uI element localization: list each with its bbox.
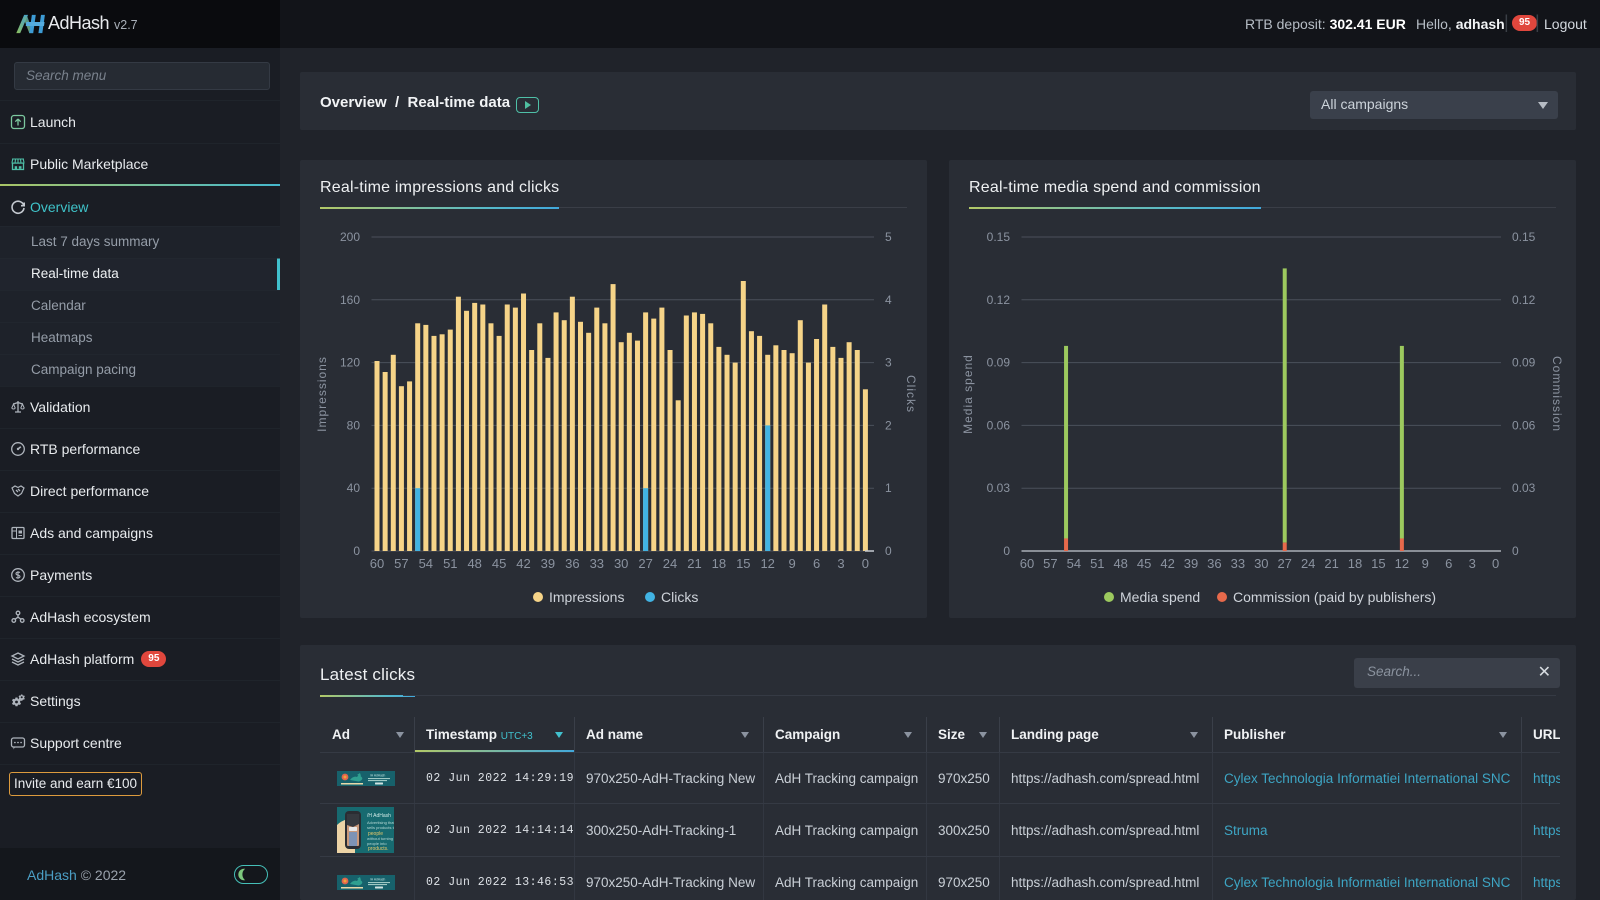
- svg-text:54: 54: [419, 556, 433, 571]
- svg-text:160: 160: [340, 293, 360, 307]
- svg-text:48: 48: [1113, 556, 1127, 571]
- svg-text:0.15: 0.15: [987, 230, 1011, 244]
- svg-text:Impressions: Impressions: [315, 356, 329, 432]
- svg-text:Impressions: Impressions: [549, 589, 624, 605]
- svg-text:/H AdHash: /H AdHash: [367, 813, 391, 819]
- svg-text:42: 42: [1160, 556, 1174, 571]
- svg-text:60: 60: [1020, 556, 1034, 571]
- svg-text:products.: products.: [368, 846, 389, 852]
- svg-text:54: 54: [1067, 556, 1081, 571]
- svg-text:6: 6: [1445, 556, 1452, 571]
- svg-text:200: 200: [340, 230, 360, 244]
- svg-text:Commission: Commission: [1550, 356, 1564, 432]
- svg-text:Clicks: Clicks: [904, 375, 918, 413]
- svg-text:0.03: 0.03: [1512, 481, 1536, 495]
- svg-text:36: 36: [1207, 556, 1221, 571]
- svg-text:18: 18: [1348, 556, 1362, 571]
- svg-text:24: 24: [663, 556, 677, 571]
- svg-text:0.09: 0.09: [987, 356, 1011, 370]
- svg-text:15: 15: [1371, 556, 1385, 571]
- svg-text:21: 21: [687, 556, 701, 571]
- svg-text:42: 42: [516, 556, 530, 571]
- svg-text:27: 27: [1277, 556, 1291, 571]
- svg-text:Clicks: Clicks: [661, 589, 698, 605]
- svg-text:30: 30: [1254, 556, 1268, 571]
- svg-text:0.09: 0.09: [1512, 356, 1536, 370]
- svg-text:6: 6: [813, 556, 820, 571]
- svg-text:39: 39: [1184, 556, 1198, 571]
- svg-text:45: 45: [492, 556, 506, 571]
- svg-text:12: 12: [1395, 556, 1409, 571]
- svg-text:Media spend: Media spend: [961, 354, 975, 434]
- svg-text:0: 0: [862, 556, 869, 571]
- svg-text:51: 51: [443, 556, 457, 571]
- svg-text:/H AdHash: /H AdHash: [370, 773, 385, 777]
- svg-text:12: 12: [760, 556, 774, 571]
- svg-text:57: 57: [1043, 556, 1057, 571]
- svg-text:24: 24: [1301, 556, 1315, 571]
- svg-text:9: 9: [1422, 556, 1429, 571]
- svg-text:30: 30: [614, 556, 628, 571]
- svg-text:0.03: 0.03: [987, 481, 1011, 495]
- svg-text:33: 33: [590, 556, 604, 571]
- svg-text:0: 0: [353, 544, 360, 558]
- svg-text:3: 3: [885, 356, 892, 370]
- svg-text:0: 0: [1492, 556, 1499, 571]
- svg-text:27: 27: [638, 556, 652, 571]
- svg-text:sells products to: sells products to: [367, 825, 394, 830]
- svg-text:51: 51: [1090, 556, 1104, 571]
- svg-text:Media spend: Media spend: [1120, 589, 1200, 605]
- svg-text:40: 40: [347, 481, 361, 495]
- svg-text:33: 33: [1231, 556, 1245, 571]
- svg-text:45: 45: [1137, 556, 1151, 571]
- svg-text:0.12: 0.12: [1512, 293, 1536, 307]
- svg-text:0.15: 0.15: [1512, 230, 1536, 244]
- svg-text:/H AdHash: /H AdHash: [370, 877, 385, 881]
- svg-text:80: 80: [347, 418, 361, 432]
- svg-text:0.06: 0.06: [987, 418, 1011, 432]
- svg-text:3: 3: [1469, 556, 1476, 571]
- svg-text:0.06: 0.06: [1512, 418, 1536, 432]
- svg-text:0: 0: [1003, 544, 1010, 558]
- svg-text:120: 120: [340, 356, 360, 370]
- svg-text:18: 18: [712, 556, 726, 571]
- svg-text:3: 3: [837, 556, 844, 571]
- svg-text:2: 2: [885, 418, 892, 432]
- svg-text:57: 57: [394, 556, 408, 571]
- svg-text:4: 4: [885, 293, 892, 307]
- svg-text:48: 48: [467, 556, 481, 571]
- svg-text:39: 39: [541, 556, 555, 571]
- svg-text:15: 15: [736, 556, 750, 571]
- svg-text:9: 9: [788, 556, 795, 571]
- svg-text:36: 36: [565, 556, 579, 571]
- svg-text:Commission (paid by publishers: Commission (paid by publishers): [1233, 589, 1436, 605]
- svg-text:1: 1: [885, 481, 892, 495]
- svg-text:5: 5: [885, 230, 892, 244]
- svg-text:21: 21: [1324, 556, 1338, 571]
- svg-text:0: 0: [1512, 544, 1519, 558]
- svg-text:60: 60: [370, 556, 384, 571]
- svg-text:0.12: 0.12: [987, 293, 1011, 307]
- svg-text:0: 0: [885, 544, 892, 558]
